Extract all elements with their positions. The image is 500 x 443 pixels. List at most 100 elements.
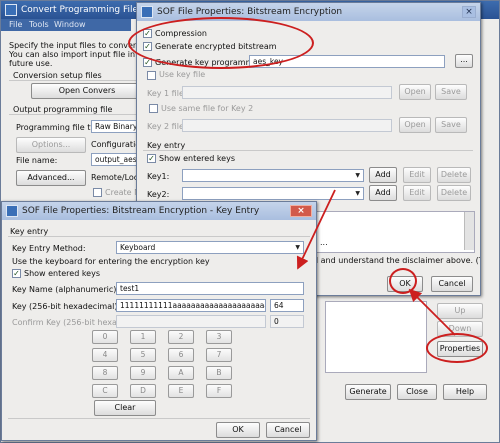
key-entry-section-label: Key entry	[10, 227, 49, 236]
help-button[interactable]: Help	[443, 384, 487, 400]
show-keys-checkbox[interactable]: ✓	[12, 269, 21, 278]
show-entered-keys-checkbox[interactable]: ✓	[147, 154, 156, 163]
divider	[9, 80, 139, 81]
key1-save-button[interactable]: Save	[435, 84, 467, 100]
divider	[8, 236, 310, 237]
method-select[interactable]: Keyboard ▼	[116, 241, 304, 254]
file-type-value: Raw Binary	[95, 122, 138, 131]
key-name-label: Key Name (alphanumeric):	[12, 285, 120, 294]
input-files-list	[325, 301, 427, 373]
divider	[143, 150, 473, 151]
create-checkbox[interactable]	[93, 188, 102, 197]
key2-file-input[interactable]	[182, 119, 392, 132]
keypad-key-f[interactable]: F	[206, 384, 232, 398]
use-same-file-checkbox[interactable]	[149, 104, 158, 113]
instruction-text: Use the keyboard for entering the encryp…	[12, 257, 210, 266]
file-type-select[interactable]: Raw Binary	[91, 120, 141, 133]
chevron-down-icon: ▼	[295, 244, 300, 251]
divider	[9, 114, 139, 115]
keypad-key-4[interactable]: 4	[92, 348, 118, 362]
key-dialog-titlebar: SOF File Properties: Bitstream Encryptio…	[2, 202, 316, 220]
keypad-key-6[interactable]: 6	[168, 348, 194, 362]
divider	[8, 418, 310, 419]
key-cancel-button[interactable]: Cancel	[266, 422, 310, 438]
app-icon	[141, 6, 153, 18]
key2-add-button[interactable]: Add	[369, 185, 397, 201]
keypad-key-3[interactable]: 3	[206, 330, 232, 344]
keypad-key-5[interactable]: 5	[130, 348, 156, 362]
method-label: Key Entry Method:	[12, 244, 86, 253]
key-input[interactable]: 11111111111aaaaaaaaaaaaaaaaaaaaaaaaaaaaa…	[116, 299, 266, 312]
key2-open-button[interactable]: Open	[399, 117, 431, 133]
keypad-key-9[interactable]: 9	[130, 366, 156, 380]
annotation-ellipse-ok	[389, 268, 417, 294]
confirm-key-input[interactable]	[116, 315, 266, 328]
key1-file-input[interactable]	[182, 86, 392, 99]
app-icon	[5, 4, 17, 16]
keypad-key-2[interactable]: 2	[168, 330, 194, 344]
use-same-file-label: Use same file for Key 2	[161, 104, 254, 113]
key-entry-section-label: Key entry	[147, 141, 186, 150]
key1-edit-button[interactable]: Edit	[403, 167, 431, 183]
key1-add-button[interactable]: Add	[369, 167, 397, 183]
close-button[interactable]: Close	[397, 384, 437, 400]
menu-tools[interactable]: Tools	[29, 20, 49, 29]
browse-button[interactable]: ...	[455, 54, 473, 68]
app-icon	[6, 205, 18, 217]
confirm-length-field: 0	[270, 315, 304, 328]
output-section-label: Output programming file	[13, 105, 113, 114]
chevron-down-icon: ▼	[355, 190, 360, 197]
intro-line-3: future use.	[9, 59, 53, 68]
options-button[interactable]: Options...	[16, 137, 86, 153]
key-length-field: 64	[270, 299, 304, 312]
key1-select[interactable]: ▼	[182, 169, 364, 182]
keypad-key-8[interactable]: 8	[92, 366, 118, 380]
keypad-key-7[interactable]: 7	[206, 348, 232, 362]
key2-select[interactable]: ▼	[182, 187, 364, 200]
generate-button[interactable]: Generate	[345, 384, 391, 400]
close-icon[interactable]: ×	[462, 6, 476, 18]
key-entry-dialog: SOF File Properties: Bitstream Encryptio…	[1, 201, 317, 441]
advanced-button[interactable]: Advanced...	[16, 170, 86, 186]
key-dialog-title: SOF File Properties: Bitstream Encryptio…	[22, 206, 260, 216]
show-keys-label: Show entered keys	[24, 269, 101, 278]
disclaimer-scrollbar[interactable]	[464, 212, 474, 250]
key1-delete-button[interactable]: Delete	[437, 167, 471, 183]
file-name-label: File name:	[16, 156, 58, 165]
file-name-input[interactable]: output_aes	[91, 153, 141, 166]
key1-open-button[interactable]: Open	[399, 84, 431, 100]
keypad-key-1[interactable]: 1	[130, 330, 156, 344]
use-key-file-label: Use key file	[159, 70, 206, 79]
key1-label: Key1:	[147, 172, 170, 181]
method-value: Keyboard	[120, 243, 156, 252]
up-button[interactable]: Up	[437, 303, 483, 319]
keypad-key-c[interactable]: C	[92, 384, 118, 398]
key2-label: Key2:	[147, 190, 170, 199]
keypad-key-a[interactable]: A	[168, 366, 194, 380]
open-conversion-setup-button[interactable]: Open Convers	[31, 83, 143, 99]
clear-button[interactable]: Clear	[94, 400, 156, 416]
keypad-key-0[interactable]: 0	[92, 330, 118, 344]
annotation-ellipse-properties	[426, 333, 488, 363]
key1-file-label: Key 1 file:	[147, 89, 187, 98]
key-name-input[interactable]: test1	[116, 282, 304, 295]
keypad-key-e[interactable]: E	[168, 384, 194, 398]
show-entered-keys-label: Show entered keys	[159, 154, 236, 163]
sof-cancel-button[interactable]: Cancel	[431, 276, 473, 292]
menu-file[interactable]: File	[9, 20, 22, 29]
keypad-key-d[interactable]: D	[130, 384, 156, 398]
chevron-down-icon: ▼	[355, 172, 360, 179]
key2-delete-button[interactable]: Delete	[437, 185, 471, 201]
conversion-setup-label: Conversion setup files	[13, 71, 102, 80]
menu-window[interactable]: Window	[54, 20, 86, 29]
key2-edit-button[interactable]: Edit	[403, 185, 431, 201]
key2-file-label: Key 2 file:	[147, 122, 187, 131]
annotation-ellipse-top	[128, 17, 314, 69]
menu-bar: File Tools Window	[1, 19, 131, 31]
key2-save-button[interactable]: Save	[435, 117, 467, 133]
use-key-file-checkbox[interactable]	[147, 71, 156, 80]
disclaimer-text: d and understand the disclaimer above. (…	[313, 256, 480, 265]
key-ok-button[interactable]: OK	[216, 422, 260, 438]
keypad-key-b[interactable]: B	[206, 366, 232, 380]
close-icon[interactable]: ×	[290, 205, 312, 217]
